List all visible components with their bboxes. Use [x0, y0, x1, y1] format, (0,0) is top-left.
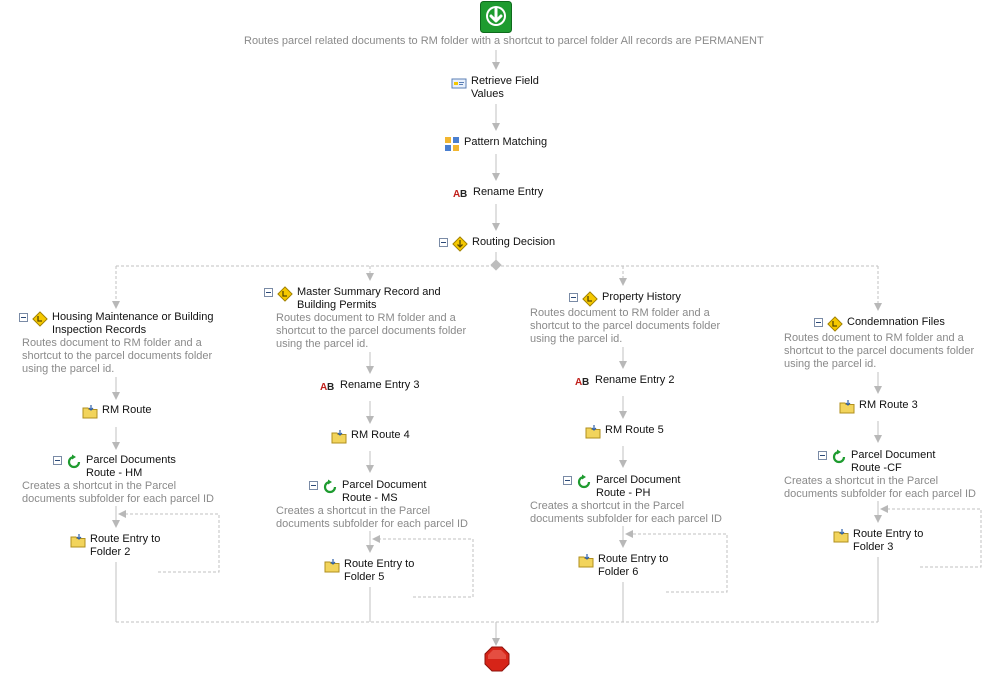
rename-entry-label: Rename Entry 3: [340, 379, 420, 391]
folder-route-icon: [833, 528, 849, 544]
rm-route-activity[interactable]: RM Route 3: [839, 399, 918, 415]
branch-description: Routes document to RM folder and a short…: [22, 337, 213, 375]
pattern-matching-icon: [444, 136, 460, 152]
rename-entry-activity[interactable]: AB Rename Entry 2: [575, 374, 674, 388]
routing-decision-label: Routing Decision: [472, 236, 556, 248]
branch-split-diamond: [490, 259, 502, 271]
collapse-toggle[interactable]: [569, 293, 578, 302]
rename-ab-icon: AB: [320, 379, 336, 393]
rename-ab-icon: AB: [453, 186, 469, 200]
branch-icon: [32, 311, 48, 327]
branch-property-history[interactable]: Property History: [569, 291, 681, 307]
svg-text:B: B: [327, 382, 334, 393]
rename-entry-activity[interactable]: AB Rename Entry: [453, 186, 543, 200]
folder-route-icon: [331, 429, 347, 445]
loop-arrow-icon: [322, 479, 338, 495]
routing-decision-activity[interactable]: Routing Decision: [439, 236, 555, 252]
collapse-toggle[interactable]: [814, 318, 823, 327]
collapse-toggle[interactable]: [264, 288, 273, 297]
collapse-toggle[interactable]: [53, 456, 62, 465]
rm-route-activity[interactable]: RM Route: [82, 404, 152, 420]
rename-entry-activity[interactable]: AB Rename Entry 3: [320, 379, 419, 393]
route-entry-activity[interactable]: Route Entry to Folder 2: [70, 533, 165, 559]
pattern-matching-label: Pattern Matching: [464, 136, 548, 148]
shortcut-route-label: Parcel Document Route -CF: [851, 449, 936, 474]
collapse-toggle[interactable]: [309, 481, 318, 490]
collapse-toggle[interactable]: [19, 313, 28, 322]
shortcut-route-activity[interactable]: Parcel Documents Route - HM: [53, 454, 181, 480]
shortcut-route-label: Parcel Documents Route - HM: [86, 454, 176, 479]
loop-arrow-icon: [576, 474, 592, 490]
branch-description: Routes document to RM folder and a short…: [784, 332, 975, 370]
collapse-toggle[interactable]: [439, 238, 448, 247]
folder-route-icon: [70, 533, 86, 549]
branch-icon: [277, 286, 293, 302]
branch-housing-maintenance[interactable]: Housing Maintenance or Building Inspecti…: [19, 311, 217, 337]
branch-description: Routes document to RM folder and a short…: [530, 307, 721, 345]
pattern-matching-activity[interactable]: Pattern Matching: [444, 136, 547, 152]
branch-title: Condemnation Files: [847, 316, 945, 328]
branch-title: Housing Maintenance or Building Inspecti…: [52, 311, 214, 336]
shortcut-description: Creates a shortcut in the Parcel documen…: [784, 475, 976, 500]
rm-route-label: RM Route 3: [859, 399, 918, 411]
rename-entry-label: Rename Entry 2: [595, 374, 675, 386]
folder-route-icon: [839, 399, 855, 415]
workflow-description: Routes parcel related documents to RM fo…: [244, 35, 764, 47]
svg-text:B: B: [460, 189, 467, 200]
branch-description: Routes document to RM folder and a short…: [276, 312, 467, 350]
branch-icon: [827, 316, 843, 332]
retrieve-field-values-label: Retrieve Field Values: [471, 75, 539, 100]
loop-arrow-icon: [831, 449, 847, 465]
shortcut-route-label: Parcel Document Route - MS: [342, 479, 427, 504]
retrieve-field-values-activity[interactable]: Retrieve Field Values: [451, 75, 541, 101]
rm-route-label: RM Route 4: [351, 429, 410, 441]
shortcut-description: Creates a shortcut in the Parcel documen…: [276, 505, 468, 530]
stop-icon[interactable]: [484, 646, 510, 672]
route-entry-label: Route Entry to Folder 6: [598, 553, 669, 578]
rm-route-activity[interactable]: RM Route 5: [585, 424, 664, 440]
shortcut-description: Creates a shortcut in the Parcel documen…: [530, 500, 722, 525]
decision-icon: [452, 236, 468, 252]
route-entry-activity[interactable]: Route Entry to Folder 5: [324, 558, 419, 584]
route-entry-label: Route Entry to Folder 5: [344, 558, 415, 583]
branch-icon: [582, 291, 598, 307]
route-entry-activity[interactable]: Route Entry to Folder 6: [578, 553, 673, 579]
branch-title: Property History: [602, 291, 681, 303]
rename-ab-icon: AB: [575, 374, 591, 388]
route-entry-label: Route Entry to Folder 3: [853, 528, 924, 553]
collapse-toggle[interactable]: [563, 476, 572, 485]
svg-text:B: B: [582, 377, 589, 388]
folder-route-icon: [578, 553, 594, 569]
branch-condemnation-files[interactable]: Condemnation Files: [814, 316, 945, 332]
start-icon[interactable]: [480, 1, 512, 33]
shortcut-route-activity[interactable]: Parcel Document Route - MS: [309, 479, 432, 505]
route-entry-activity[interactable]: Route Entry to Folder 3: [833, 528, 928, 554]
rename-entry-label: Rename Entry: [473, 186, 544, 198]
folder-route-icon: [324, 558, 340, 574]
branch-title: Master Summary Record and Building Permi…: [297, 286, 441, 311]
shortcut-route-activity[interactable]: Parcel Document Route -CF: [818, 449, 941, 475]
shortcut-description: Creates a shortcut in the Parcel documen…: [22, 480, 214, 505]
folder-route-icon: [82, 404, 98, 420]
field-values-icon: [451, 75, 467, 91]
collapse-toggle[interactable]: [818, 451, 827, 460]
rm-route-label: RM Route: [102, 404, 152, 416]
folder-route-icon: [585, 424, 601, 440]
rm-route-label: RM Route 5: [605, 424, 664, 436]
route-entry-label: Route Entry to Folder 2: [90, 533, 161, 558]
loop-arrow-icon: [66, 454, 82, 470]
shortcut-route-label: Parcel Document Route - PH: [596, 474, 681, 499]
rm-route-activity[interactable]: RM Route 4: [331, 429, 410, 445]
branch-master-summary[interactable]: Master Summary Record and Building Permi…: [264, 286, 479, 312]
shortcut-route-activity[interactable]: Parcel Document Route - PH: [563, 474, 686, 500]
